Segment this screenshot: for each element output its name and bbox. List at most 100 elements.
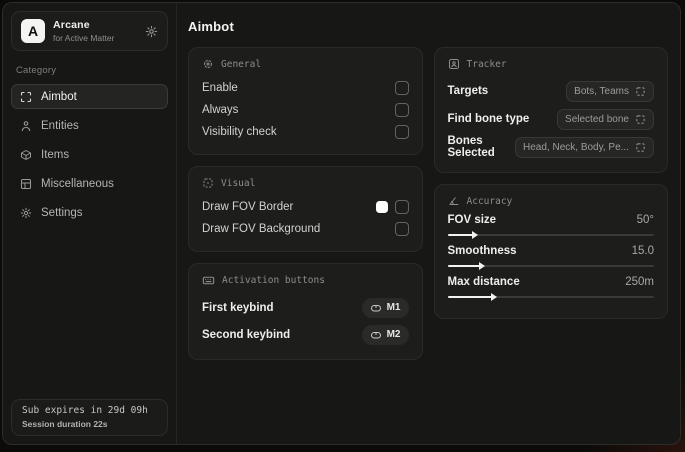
app-name: Arcane bbox=[53, 19, 90, 31]
section-title: Visual bbox=[221, 177, 256, 189]
dropdown-value: Bots, Teams bbox=[574, 85, 629, 97]
app-title-block: Arcane for Active Matter bbox=[53, 19, 137, 43]
smoothness-slider-group: Smoothness 15.0 bbox=[447, 245, 654, 270]
setting-row-always: Always bbox=[202, 99, 409, 121]
app-subtitle: for Active Matter bbox=[53, 33, 115, 43]
page-title: Aimbot bbox=[188, 19, 234, 34]
draw-fov-border-checkbox[interactable] bbox=[394, 200, 409, 214]
dropdown-value: Head, Neck, Body, Pe... bbox=[523, 141, 629, 153]
slider-value: 15.0 bbox=[631, 245, 654, 257]
gear-icon[interactable] bbox=[145, 25, 158, 38]
fov-border-controls bbox=[375, 200, 409, 214]
keybind-value: M1 bbox=[386, 302, 401, 313]
setting-label: Bones Selected bbox=[447, 135, 495, 159]
fov-border-color-swatch[interactable] bbox=[375, 201, 388, 213]
angle-icon bbox=[448, 195, 460, 207]
tracker-header: Tracker bbox=[448, 58, 655, 70]
person-scan-icon bbox=[448, 58, 460, 70]
sidebar: A Arcane for Active Matter Category Aimb… bbox=[3, 3, 177, 444]
section-title: Accuracy bbox=[466, 195, 513, 207]
fov-size-slider-group: FOV size 50° bbox=[447, 214, 654, 239]
setting-row-draw-fov-border: Draw FOV Border bbox=[202, 196, 409, 218]
main-content: Aimbot General Enable Always Visibility … bbox=[178, 3, 680, 444]
category-label: Category bbox=[16, 65, 57, 76]
keybind-value: M2 bbox=[386, 329, 401, 340]
sidebar-item-label: Aimbot bbox=[41, 90, 77, 103]
session-duration-text: Session duration 22s bbox=[22, 419, 108, 429]
setting-row-second-keybind: Second keybind M2 bbox=[202, 321, 409, 348]
sidebar-item-items[interactable]: Items bbox=[11, 142, 168, 167]
setting-row-find-bone-type: Find bone type Selected bone bbox=[448, 105, 654, 133]
mouse-icon bbox=[370, 329, 382, 341]
second-keybind-button[interactable]: M2 bbox=[361, 324, 409, 345]
general-card: General Enable Always Visibility check bbox=[188, 47, 423, 155]
crosshair-dotted-icon bbox=[202, 58, 214, 70]
cube-icon bbox=[20, 149, 32, 161]
targets-dropdown[interactable]: Bots, Teams bbox=[566, 80, 654, 102]
find-bone-type-dropdown[interactable]: Selected bone bbox=[557, 108, 654, 130]
box-select-icon bbox=[635, 114, 646, 125]
bones-selected-dropdown[interactable]: Head, Neck, Body, Pe... bbox=[515, 136, 654, 158]
setting-label: Visibility check bbox=[202, 126, 277, 138]
setting-label: Draw FOV Background bbox=[202, 223, 321, 235]
setting-row-visibility-check: Visibility check bbox=[202, 121, 409, 143]
slider-value: 250m bbox=[625, 276, 654, 288]
slider-value: 50° bbox=[636, 214, 654, 226]
left-column: General Enable Always Visibility check V… bbox=[188, 47, 423, 360]
activation-buttons-card: Activation buttons First keybind M1 Seco… bbox=[188, 263, 423, 360]
enable-checkbox[interactable] bbox=[394, 81, 409, 95]
max-distance-slider[interactable] bbox=[447, 293, 654, 301]
sidebar-item-entities[interactable]: Entities bbox=[11, 113, 168, 138]
section-title: Activation buttons bbox=[222, 275, 325, 286]
category-nav: Aimbot Entities Items Miscellaneous Sett… bbox=[11, 84, 168, 225]
accuracy-card: Accuracy FOV size 50° Smoothness 15.0 Ma… bbox=[433, 184, 668, 319]
general-header: General bbox=[202, 58, 409, 70]
sidebar-item-miscellaneous[interactable]: Miscellaneous bbox=[11, 171, 168, 196]
sidebar-item-settings[interactable]: Settings bbox=[11, 200, 168, 225]
gear-icon bbox=[20, 207, 32, 219]
sidebar-item-label: Entities bbox=[41, 119, 79, 132]
setting-row-draw-fov-background: Draw FOV Background bbox=[202, 218, 409, 240]
always-checkbox[interactable] bbox=[394, 103, 409, 117]
sidebar-item-aimbot[interactable]: Aimbot bbox=[11, 84, 168, 109]
slider-fill bbox=[447, 262, 485, 270]
slider-fill bbox=[447, 293, 497, 301]
slider-thumb[interactable] bbox=[478, 262, 485, 270]
setting-label: Second keybind bbox=[202, 328, 291, 341]
setting-row-targets: Targets Bots, Teams bbox=[447, 77, 654, 105]
box-select-icon bbox=[635, 142, 646, 153]
subscription-info-card: Sub expires in 29d 09h Session duration … bbox=[11, 399, 168, 436]
slider-label: Smoothness bbox=[447, 245, 517, 257]
slider-thumb[interactable] bbox=[472, 231, 479, 239]
panels-icon bbox=[20, 178, 32, 190]
slider-thumb[interactable] bbox=[490, 293, 497, 301]
setting-label: Targets bbox=[447, 85, 489, 97]
tracker-card: Tracker Targets Bots, Teams Find bone ty… bbox=[433, 47, 668, 173]
accuracy-header: Accuracy bbox=[448, 195, 655, 207]
smoothness-slider[interactable] bbox=[447, 262, 654, 270]
setting-label: Enable bbox=[202, 82, 238, 94]
sidebar-item-label: Settings bbox=[41, 206, 83, 219]
fov-size-slider[interactable] bbox=[447, 231, 654, 239]
first-keybind-button[interactable]: M1 bbox=[361, 297, 409, 318]
mouse-icon bbox=[370, 302, 382, 314]
keyboard-icon bbox=[202, 274, 215, 287]
max-distance-slider-group: Max distance 250m bbox=[447, 276, 654, 301]
section-title: Tracker bbox=[466, 58, 507, 70]
box-select-icon bbox=[635, 86, 646, 97]
crosshair-scan-icon bbox=[20, 91, 32, 103]
setting-label: Draw FOV Border bbox=[202, 201, 294, 213]
sidebar-item-label: Items bbox=[41, 148, 70, 161]
right-column: Tracker Targets Bots, Teams Find bone ty… bbox=[433, 47, 668, 360]
visibility-check-checkbox[interactable] bbox=[394, 125, 409, 139]
draw-fov-background-checkbox[interactable] bbox=[394, 222, 409, 236]
visual-card: Visual Draw FOV Border Draw FOV Backgrou… bbox=[188, 166, 423, 252]
sidebar-item-label: Miscellaneous bbox=[41, 177, 114, 190]
setting-label: Always bbox=[202, 104, 239, 116]
app-logo: A bbox=[21, 19, 45, 43]
sub-expiry-text: Sub expires in 29d 09h bbox=[22, 405, 148, 416]
slider-fill bbox=[447, 231, 479, 239]
person-icon bbox=[20, 120, 32, 132]
slider-label: FOV size bbox=[447, 214, 497, 226]
section-title: General bbox=[221, 58, 262, 70]
